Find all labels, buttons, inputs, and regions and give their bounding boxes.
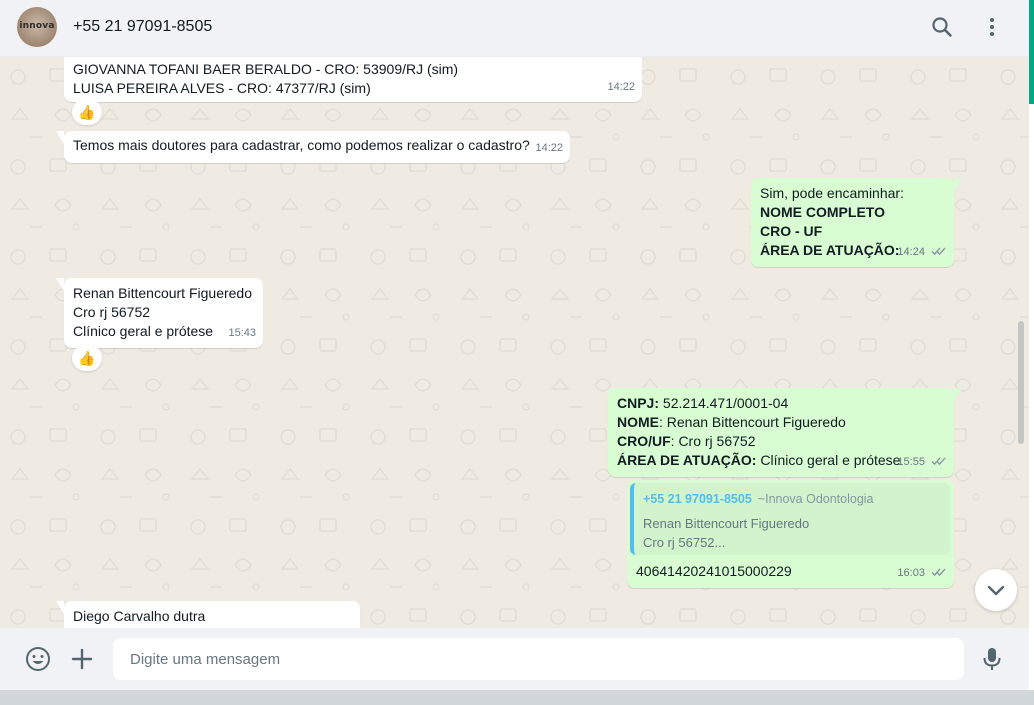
quoted-pushname: ~Innova Odontologia bbox=[757, 492, 874, 506]
quoted-header: +55 21 97091-8505 ~Innova Odontologia bbox=[643, 489, 941, 509]
contact-name[interactable]: +55 21 97091-8505 bbox=[73, 18, 212, 36]
message-text: Diego Carvalho dutra bbox=[73, 608, 206, 624]
field-label: CNPJ: bbox=[617, 395, 660, 411]
message-text: 40641420241015000229 bbox=[636, 563, 792, 579]
message-text: Temos mais doutores para cadastrar, como… bbox=[73, 137, 530, 153]
quoted-message[interactable]: +55 21 97091-8505 ~Innova Odontologia Ren… bbox=[630, 483, 950, 555]
message-text: GIOVANNA TOFANI BAER BERALDO - CRO: 5390… bbox=[73, 61, 459, 77]
composer-bar bbox=[0, 628, 1029, 690]
message-input[interactable] bbox=[113, 638, 964, 680]
reaction-badge[interactable]: 👍 bbox=[72, 345, 102, 371]
field-value: Clínico geral e prótese bbox=[756, 452, 901, 468]
message-time: 16:03 bbox=[897, 564, 947, 583]
quoted-author: +55 21 97091-8505 bbox=[643, 492, 752, 506]
message-outgoing[interactable]: Sim, pode encaminhar: NOME COMPLETO CRO … bbox=[751, 178, 962, 267]
message-outgoing[interactable]: CNPJ: 52.214.471/0001-04 NOME: Renan Bit… bbox=[608, 388, 962, 477]
field-label: CRO/UF bbox=[617, 433, 671, 449]
field-label: ÁREA DE ATUAÇÃO: bbox=[617, 452, 757, 468]
message-text: Sim, pode encaminhar: bbox=[760, 185, 904, 201]
emoji-icon[interactable] bbox=[24, 645, 52, 673]
message-incoming[interactable]: Temos mais doutores para cadastrar, como… bbox=[56, 131, 570, 163]
message-time: 14:22 bbox=[535, 142, 563, 154]
bubble-tail bbox=[56, 131, 64, 144]
message-field-area: ÁREA DE ATUAÇÃO: Clínico geral e prótese bbox=[617, 451, 945, 470]
chevron-down-icon bbox=[987, 585, 1005, 596]
chat-scrollbar[interactable] bbox=[1018, 321, 1024, 444]
read-ticks-icon bbox=[931, 568, 946, 577]
message-field-cro: CRO/UF: Cro rj 56752 bbox=[617, 432, 945, 451]
window-bottom-edge bbox=[0, 690, 1034, 705]
search-icon[interactable] bbox=[929, 14, 955, 40]
message-text: LUISA PEREIRA ALVES - CRO: 47377/RJ (sim… bbox=[73, 80, 371, 96]
message-text: CRO - UF bbox=[760, 223, 823, 239]
thumbs-up-icon: 👍 bbox=[78, 350, 96, 366]
message-field-cnpj: CNPJ: 52.214.471/0001-04 bbox=[617, 394, 945, 413]
field-value: 52.214.471/0001-04 bbox=[659, 395, 789, 411]
read-ticks-icon bbox=[931, 457, 946, 466]
avatar[interactable]: innova bbox=[17, 7, 57, 47]
quoted-text: Cro rj 56752... bbox=[643, 535, 726, 550]
window-edge-accent bbox=[1029, 0, 1034, 104]
plus-icon[interactable] bbox=[68, 645, 96, 673]
microphone-icon[interactable] bbox=[978, 645, 1006, 673]
read-ticks-icon bbox=[931, 247, 946, 256]
message-time-text: 15:55 bbox=[897, 456, 925, 468]
message-text: Clínico geral e prótese bbox=[73, 323, 214, 339]
message-text: Renan Bittencourt Figueredo bbox=[73, 285, 252, 301]
message-time-text: 14:24 bbox=[897, 246, 925, 258]
message-outgoing-reply[interactable]: +55 21 97091-8505 ~Innova Odontologia Ren… bbox=[627, 480, 954, 588]
chat-header: innova +55 21 97091-8505 bbox=[0, 0, 1029, 57]
message-time: 14:22 bbox=[607, 81, 635, 93]
message-incoming[interactable]: GIOVANNA TOFANI BAER BERALDO - CRO: 5390… bbox=[64, 57, 642, 102]
message-incoming[interactable]: Renan Bittencourt Figueredo Cro rj 56752… bbox=[56, 278, 263, 348]
message-text: Cro rj 56752 bbox=[73, 304, 151, 320]
message-list[interactable]: GIOVANNA TOFANI BAER BERALDO - CRO: 5390… bbox=[0, 57, 1029, 628]
bubble-tail bbox=[954, 388, 962, 401]
bubble-tail bbox=[56, 601, 64, 614]
thumbs-up-icon: 👍 bbox=[78, 104, 96, 120]
message-time: 14:24 bbox=[897, 243, 947, 262]
bubble-tail bbox=[954, 178, 962, 191]
bubble-tail bbox=[56, 278, 64, 291]
window-edge bbox=[1029, 0, 1034, 690]
field-value: : Cro rj 56752 bbox=[670, 433, 756, 449]
message-incoming[interactable]: Diego Carvalho dutra bbox=[56, 601, 360, 628]
message-time-text: 16:03 bbox=[897, 567, 925, 579]
field-value: : Renan Bittencourt Figueredo bbox=[659, 414, 846, 430]
reaction-badge[interactable]: 👍 bbox=[72, 99, 102, 125]
field-label: NOME bbox=[617, 414, 659, 430]
kebab-menu-icon[interactable] bbox=[979, 14, 1005, 40]
quoted-text: Renan Bittencourt Figueredo bbox=[643, 516, 810, 531]
scroll-to-bottom-button[interactable] bbox=[975, 569, 1017, 611]
message-time: 15:55 bbox=[897, 453, 947, 472]
message-field-nome: NOME: Renan Bittencourt Figueredo bbox=[617, 413, 945, 432]
message-time: 15:43 bbox=[228, 327, 256, 339]
message-text: NOME COMPLETO bbox=[760, 204, 885, 220]
whatsapp-chat-window: innova +55 21 97091-8505 GIOVANNA TOFANI… bbox=[0, 0, 1029, 690]
avatar-logo-text: innova bbox=[19, 21, 55, 31]
